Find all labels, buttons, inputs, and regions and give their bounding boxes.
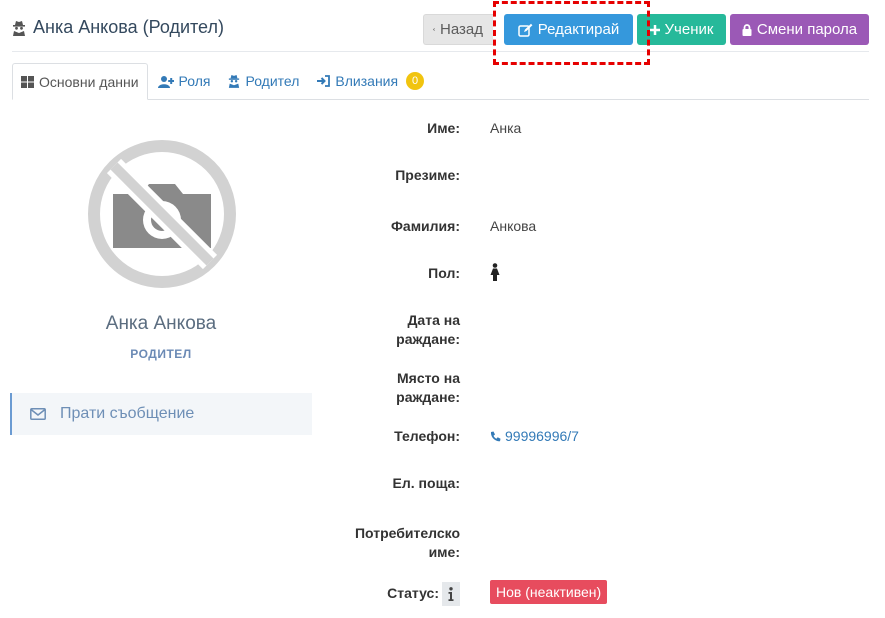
user-secret-icon (13, 20, 25, 36)
status-badge: Нов (неактивен) (490, 580, 608, 604)
birth-date-label: Дата на раждане: (310, 311, 460, 349)
sign-in-icon (317, 75, 331, 87)
edit-icon (518, 23, 533, 37)
tab-logins-label: Влизания (335, 73, 399, 89)
tab-role-label: Роля (178, 73, 211, 89)
send-message-label: Прати съобщение (60, 405, 195, 422)
tab-parent[interactable]: Родител (220, 63, 307, 99)
birth-place-label: Място на раждане: (310, 369, 460, 407)
logins-count-badge: 0 (406, 72, 425, 90)
username-label-line1: Потребителско (354, 525, 460, 541)
tab-basic-data-label: Основни данни (39, 73, 139, 90)
send-message-link[interactable]: Прати съобщение (10, 393, 312, 435)
tab-basic-data[interactable]: Основни данни (12, 63, 148, 100)
tab-parent-label: Родител (245, 73, 300, 89)
back-button-label: Назад (440, 21, 483, 38)
status-label: Статус: (387, 585, 439, 601)
plus-icon (649, 24, 660, 35)
username-label: Потребителско име: (310, 524, 460, 562)
female-icon (490, 263, 500, 281)
info-icon (448, 587, 454, 601)
phone-icon (490, 431, 501, 442)
first-name-label: Име: (427, 120, 460, 136)
back-button[interactable]: Назад (423, 14, 493, 45)
birth-place-label-line1: Място на (397, 370, 460, 386)
gender-label: Пол: (428, 265, 460, 281)
lock-icon (742, 23, 752, 36)
first-name-value: Анка (490, 120, 522, 136)
edit-button[interactable]: Редактирай (504, 14, 633, 45)
last-name-label: Фамилия: (390, 218, 460, 234)
tab-role[interactable]: Роля (150, 63, 219, 99)
no-photo-icon (88, 140, 236, 288)
grid-icon (21, 75, 34, 88)
page-title: Анка Анкова (Родител) (12, 17, 224, 38)
change-password-button-label: Смени парола (756, 21, 858, 38)
last-name-value: Анкова (490, 218, 537, 234)
profile-role: РОДИТЕЛ (130, 347, 192, 361)
phone-link[interactable]: 99996996/7 (490, 427, 579, 446)
tab-logins[interactable]: Влизания 0 (309, 63, 432, 99)
student-button[interactable]: Ученик (637, 14, 726, 45)
user-secret-icon (229, 75, 240, 88)
tab-bar: Основни данни Роля Родител Влизания 0 (12, 63, 869, 100)
chevron-left-icon (433, 28, 435, 31)
page-title-text: Анка Анкова (Родител) (33, 17, 224, 37)
edit-button-label: Редактирай (537, 21, 620, 38)
username-label-line2: име: (428, 544, 460, 560)
phone-label: Телефон: (394, 428, 460, 444)
student-button-label: Ученик (664, 21, 714, 38)
envelope-icon (30, 408, 46, 420)
user-plus-icon (157, 75, 174, 88)
birth-date-label-line1: Дата на (407, 312, 460, 328)
profile-name: Анка Анкова (105, 313, 217, 334)
email-label: Ел. поща: (392, 475, 460, 491)
status-info-button[interactable] (442, 582, 460, 606)
birth-date-label-line2: раждане: (396, 331, 460, 347)
page-header: Анка Анкова (Родител) Назад Редактирай У… (12, 14, 869, 52)
change-password-button[interactable]: Смени парола (730, 14, 869, 45)
birth-place-label-line2: раждане: (396, 389, 460, 405)
phone-value: 99996996/7 (505, 428, 579, 444)
middle-name-label: Презиме: (395, 167, 460, 183)
